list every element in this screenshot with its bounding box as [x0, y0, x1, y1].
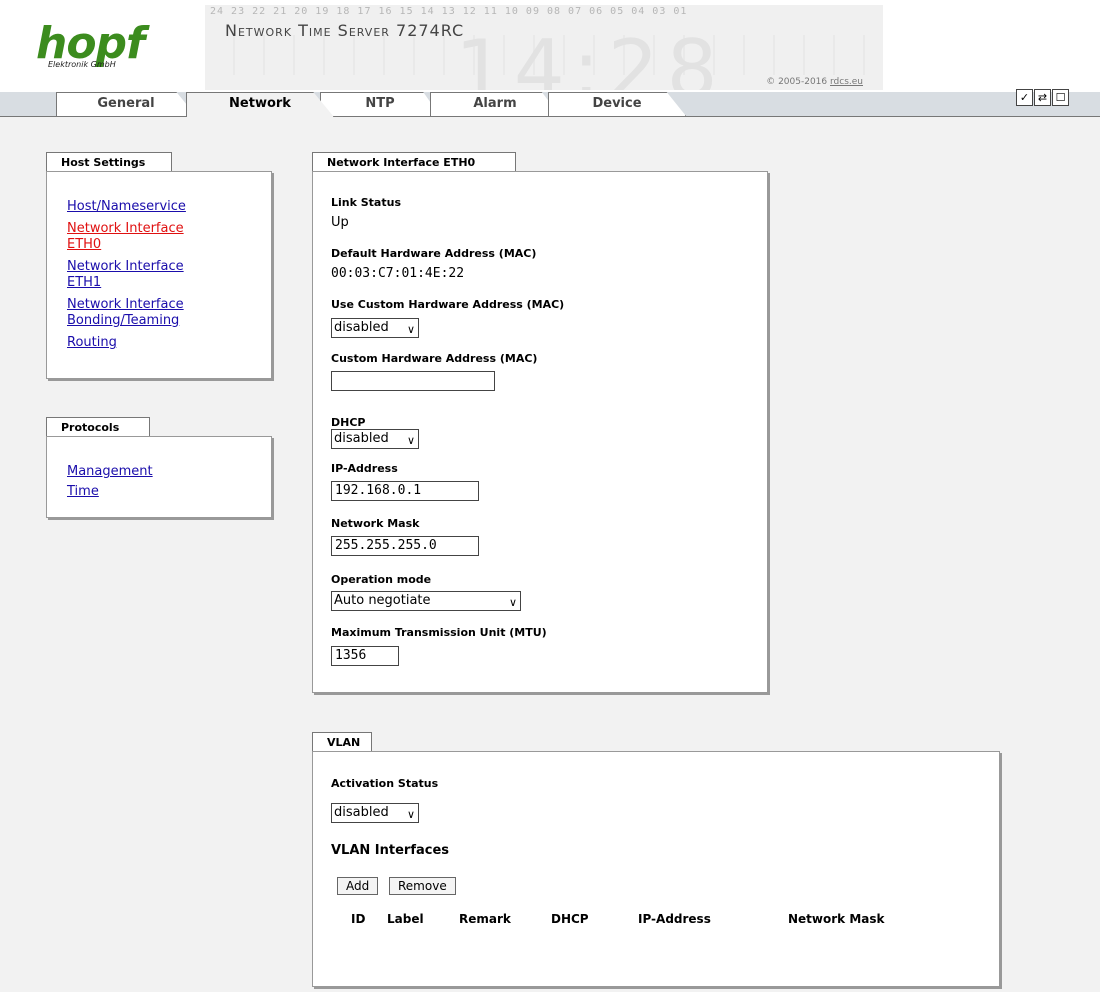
nav-host-nameservice[interactable]: Host/Nameservice [67, 199, 267, 215]
activation-status-select[interactable]: disabled ∨ [331, 803, 419, 823]
nav-label-sub: ETH1 [67, 275, 102, 290]
copyright: © 2005-2016 rdcs.eu [766, 77, 863, 87]
dhcp-label: DHCP [331, 416, 366, 429]
check-icon[interactable]: ✓ [1016, 89, 1033, 106]
remove-button[interactable]: Remove [389, 877, 456, 895]
protocols-links: Management Time [67, 464, 153, 500]
tab-label: General [97, 96, 155, 111]
chevron-down-icon: ∨ [406, 434, 415, 447]
custom-mac-label: Custom Hardware Address (MAC) [331, 352, 538, 365]
nav-label: Routing [67, 335, 117, 350]
operation-mode-label: Operation mode [331, 573, 432, 586]
product-banner: 24 23 22 21 20 19 18 17 16 15 14 13 12 1… [205, 5, 883, 90]
tab-network[interactable]: Network [186, 92, 334, 117]
protocols-panel: Management Time [46, 436, 272, 518]
column-header-remark: Remark [459, 912, 511, 926]
tab-label: Network [229, 96, 291, 111]
mtu-label: Maximum Transmission Unit (MTU) [331, 626, 547, 639]
tab-general[interactable]: General [56, 92, 196, 116]
chevron-down-icon: ∨ [406, 808, 415, 821]
custom-mac-input[interactable] [331, 371, 495, 391]
column-header-ip-address: IP-Address [638, 912, 711, 926]
tab-label: NTP [365, 96, 395, 111]
network-mask-input[interactable]: 255.255.255.0 [331, 536, 479, 556]
banner-digits: 24 23 22 21 20 19 18 17 16 15 14 13 12 1… [210, 6, 688, 17]
page-header: hopf Elektronik GmbH 24 23 22 21 20 19 1… [0, 0, 1100, 92]
default-mac-label: Default Hardware Address (MAC) [331, 247, 537, 260]
column-header-network-mask: Network Mask [788, 912, 885, 926]
tab-device[interactable]: Device [548, 92, 686, 116]
nav-network-interface-eth0[interactable]: Network Interface ETH0 [67, 221, 267, 253]
toolbar-icons: ✓ ⇄ ☐ [1016, 89, 1070, 106]
column-header-label: Label [387, 912, 424, 926]
logo-subtitle: Elektronik GmbH [48, 60, 116, 69]
link-status-value: Up [331, 215, 349, 230]
host-settings-panel: Host/Nameservice Network Interface ETH0 N… [46, 171, 272, 379]
ip-address-input[interactable]: 192.168.0.1 [331, 481, 479, 501]
protocols-tab: Protocols [46, 417, 150, 437]
link-status-label: Link Status [331, 196, 401, 209]
operation-mode-select[interactable]: Auto negotiate ∨ [331, 591, 521, 611]
nav-network-interface-bonding[interactable]: Network Interface Bonding/Teaming [67, 297, 267, 329]
nav-label-sub: ETH0 [67, 237, 102, 252]
eth0-panel: Link Status Up Default Hardware Address … [312, 171, 768, 693]
host-settings-tab: Host Settings [46, 152, 172, 172]
banner-clock: 14:28 [455, 23, 726, 90]
page-icon[interactable]: ☐ [1052, 89, 1069, 106]
nav-label-sub: Bonding/Teaming [67, 313, 180, 328]
host-settings-links: Host/Nameservice Network Interface ETH0 N… [67, 199, 267, 351]
custom-mac-toggle-select[interactable]: disabled ∨ [331, 318, 419, 338]
nav-time[interactable]: Time [67, 484, 153, 500]
vlan-tab: VLAN [312, 732, 372, 752]
vlan-panel: Activation Status disabled ∨ VLAN Interfa… [312, 751, 1000, 987]
nav-routing[interactable]: Routing [67, 335, 267, 351]
network-mask-label: Network Mask [331, 517, 420, 530]
copyright-text: © 2005-2016 [766, 77, 830, 87]
nav-management[interactable]: Management [67, 464, 153, 480]
copyright-link[interactable]: rdcs.eu [830, 77, 863, 87]
activation-status-label: Activation Status [331, 777, 439, 790]
eth0-tab: Network Interface ETH0 [312, 152, 516, 172]
product-title: Network Time Server 7274RC [225, 21, 465, 40]
tab-label: Device [592, 96, 642, 111]
tab-label: Alarm [473, 96, 517, 111]
hopf-logo: hopf Elektronik GmbH [36, 22, 176, 72]
refresh-icon[interactable]: ⇄ [1034, 89, 1051, 106]
tab-ntp[interactable]: NTP [320, 92, 440, 116]
default-mac-value: 00:03:C7:01:4E:22 [331, 266, 465, 281]
vlan-interfaces-heading: VLAN Interfaces [331, 843, 450, 858]
column-header-id: ID [351, 912, 366, 926]
select-value: disabled [334, 320, 389, 335]
chevron-down-icon: ∨ [508, 596, 517, 609]
custom-mac-toggle-label: Use Custom Hardware Address (MAC) [331, 298, 565, 311]
column-header-dhcp: DHCP [551, 912, 589, 926]
nav-label: Network Interface [67, 297, 184, 312]
select-value: Auto negotiate [334, 593, 431, 608]
select-value: disabled [334, 431, 389, 446]
chevron-down-icon: ∨ [406, 323, 415, 336]
mtu-input[interactable]: 1356 [331, 646, 399, 666]
add-button[interactable]: Add [337, 877, 379, 895]
nav-label: Network Interface [67, 259, 184, 274]
nav-label: Network Interface [67, 221, 184, 236]
main-tab-bar: General Network NTP Alarm Device [0, 92, 1100, 117]
dhcp-select[interactable]: disabled ∨ [331, 429, 419, 449]
nav-network-interface-eth1[interactable]: Network Interface ETH1 [67, 259, 267, 291]
select-value: disabled [334, 805, 389, 820]
ip-address-label: IP-Address [331, 462, 398, 475]
nav-label: Host/Nameservice [67, 199, 186, 214]
tab-alarm[interactable]: Alarm [430, 92, 560, 116]
